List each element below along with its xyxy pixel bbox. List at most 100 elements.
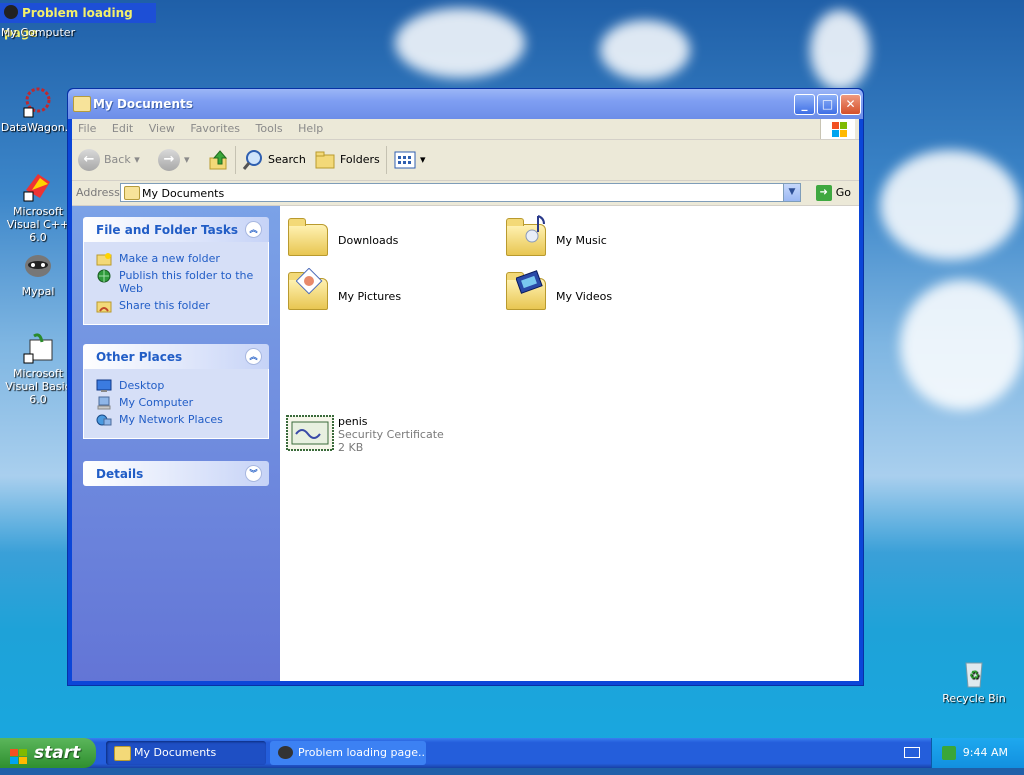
address-label: Address	[76, 186, 120, 199]
share-folder-icon	[96, 299, 112, 313]
cloud	[810, 10, 870, 90]
folder-item-my-videos[interactable]: My Videos	[504, 268, 704, 316]
place-my-network-places[interactable]: My Network Places	[96, 413, 258, 426]
menu-view[interactable]: View	[143, 119, 181, 139]
cloud	[880, 150, 1020, 260]
desktop-icon-recycle-bin[interactable]: ♻ Recycle Bin	[934, 657, 1014, 705]
place-my-computer[interactable]: My Computer	[96, 396, 258, 410]
go-button[interactable]: ➜ Go	[815, 184, 851, 202]
item-size: 2 KB	[338, 441, 364, 454]
up-folder-button[interactable]	[208, 148, 234, 172]
system-tray: 9:44 AM	[931, 738, 1024, 768]
place-desktop[interactable]: Desktop	[96, 379, 258, 392]
item-type: Security Certificate	[338, 428, 444, 441]
cloud	[395, 8, 525, 78]
start-button[interactable]: start	[0, 738, 96, 768]
panel-body: Desktop My Computer My Network Places	[83, 369, 269, 439]
back-arrow-icon: ←	[78, 149, 100, 171]
file-list: Downloads My Music My Pictures My Videos…	[280, 206, 859, 681]
menu-tools[interactable]: Tools	[250, 119, 289, 139]
search-label: Search	[268, 153, 306, 166]
back-button[interactable]: ← Back ▾	[78, 148, 140, 172]
collapse-icon[interactable]: ︽	[245, 221, 262, 238]
task-pane: File and Folder Tasks ︽ Make a new folde…	[72, 206, 280, 681]
views-icon	[394, 150, 416, 170]
windows-logo-icon	[820, 119, 855, 139]
toolbar-separator	[235, 146, 236, 174]
my-documents-window: My Documents _ □ ✕ File Edit View Favori…	[67, 88, 864, 686]
pictures-folder-icon	[286, 268, 334, 316]
folder-item-my-music[interactable]: My Music	[504, 214, 704, 262]
taskbar-item-problem-loading[interactable]: Problem loading page...	[270, 741, 426, 765]
task-share-folder[interactable]: Share this folder	[96, 299, 258, 313]
panel-title: Other Places	[96, 350, 183, 364]
desktop-icon-my-computer[interactable]: My Computer	[0, 26, 78, 39]
go-label: Go	[835, 186, 851, 199]
mypal-icon	[4, 5, 18, 19]
certificate-icon	[286, 414, 334, 462]
folder-item-downloads[interactable]: Downloads	[286, 214, 486, 262]
menu-help[interactable]: Help	[292, 119, 329, 139]
panel-header[interactable]: Details ︾	[83, 461, 269, 486]
minimize-button[interactable]: _	[794, 94, 815, 115]
search-button[interactable]: Search	[242, 148, 306, 172]
windows-logo-icon	[10, 745, 28, 764]
task-label: Publish this folder to the Web	[119, 269, 254, 295]
menu-edit[interactable]: Edit	[106, 119, 139, 139]
folder-icon	[124, 186, 140, 200]
folder-icon	[73, 96, 91, 112]
file-item-certificate[interactable]: penis Security Certificate 2 KB	[286, 414, 486, 462]
network-tray-icon[interactable]	[942, 746, 956, 760]
datawagon-icon	[22, 86, 54, 118]
up-folder-icon	[208, 149, 230, 171]
panel-title: Details	[96, 467, 144, 481]
folder-item-my-pictures[interactable]: My Pictures	[286, 268, 486, 316]
desktop-icon	[96, 379, 112, 393]
raccoon-icon	[22, 250, 54, 282]
go-arrow-icon: ➜	[815, 185, 832, 201]
views-button[interactable]: ▾	[394, 148, 426, 172]
start-label: start	[34, 743, 81, 763]
videos-folder-icon	[504, 268, 552, 316]
menu-favorites[interactable]: Favorites	[184, 119, 246, 139]
task-publish-to-web[interactable]: Publish this folder to the Web	[96, 269, 258, 295]
menu-file[interactable]: File	[72, 119, 102, 139]
folders-label: Folders	[340, 153, 380, 166]
toolbar-separator	[386, 146, 387, 174]
problem-loading-banner[interactable]: Problem loading page	[0, 3, 156, 40]
collapse-icon[interactable]: ︽	[245, 348, 262, 365]
folders-button[interactable]: Folders	[314, 148, 380, 172]
panel-title: File and Folder Tasks	[96, 223, 239, 237]
folder-icon	[114, 746, 131, 761]
cloud	[600, 20, 690, 80]
panel-body: Make a new folder Publish this folder to…	[83, 242, 269, 325]
forward-button[interactable]: → ▾	[158, 148, 190, 172]
chevron-down-icon[interactable]: ▼	[783, 184, 800, 201]
item-name: Downloads	[338, 234, 399, 247]
taskbar-item-my-documents[interactable]: My Documents	[106, 741, 266, 765]
address-field[interactable]: My Documents ▼	[120, 183, 801, 202]
visual-basic-icon	[22, 332, 54, 364]
place-label: Desktop	[119, 379, 165, 392]
back-label: Back	[104, 153, 131, 166]
folders-icon	[314, 149, 336, 171]
keyboard-icon[interactable]	[904, 747, 920, 758]
item-name: My Music	[556, 234, 607, 247]
task-make-new-folder[interactable]: Make a new folder	[96, 252, 258, 266]
menu-bar: File Edit View Favorites Tools Help	[72, 119, 859, 140]
taskbar: start My Documents Problem loading page.…	[0, 738, 1024, 768]
window-title: My Documents	[93, 97, 193, 111]
maximize-button[interactable]: □	[817, 94, 838, 115]
window-titlebar[interactable]: My Documents _ □ ✕	[68, 89, 863, 119]
panel-header[interactable]: File and Folder Tasks ︽	[83, 217, 269, 242]
clock[interactable]: 9:44 AM	[963, 746, 1008, 759]
search-icon	[242, 149, 264, 171]
panel-header[interactable]: Other Places ︽	[83, 344, 269, 369]
visual-cpp-icon	[22, 170, 54, 202]
details-panel: Details ︾	[83, 461, 269, 486]
desktop-icon-label: Recycle Bin	[942, 692, 1006, 705]
music-folder-icon	[504, 214, 552, 262]
close-button[interactable]: ✕	[840, 94, 861, 115]
desktop-icon-label: Mypal	[21, 285, 55, 298]
expand-icon[interactable]: ︾	[245, 465, 262, 482]
